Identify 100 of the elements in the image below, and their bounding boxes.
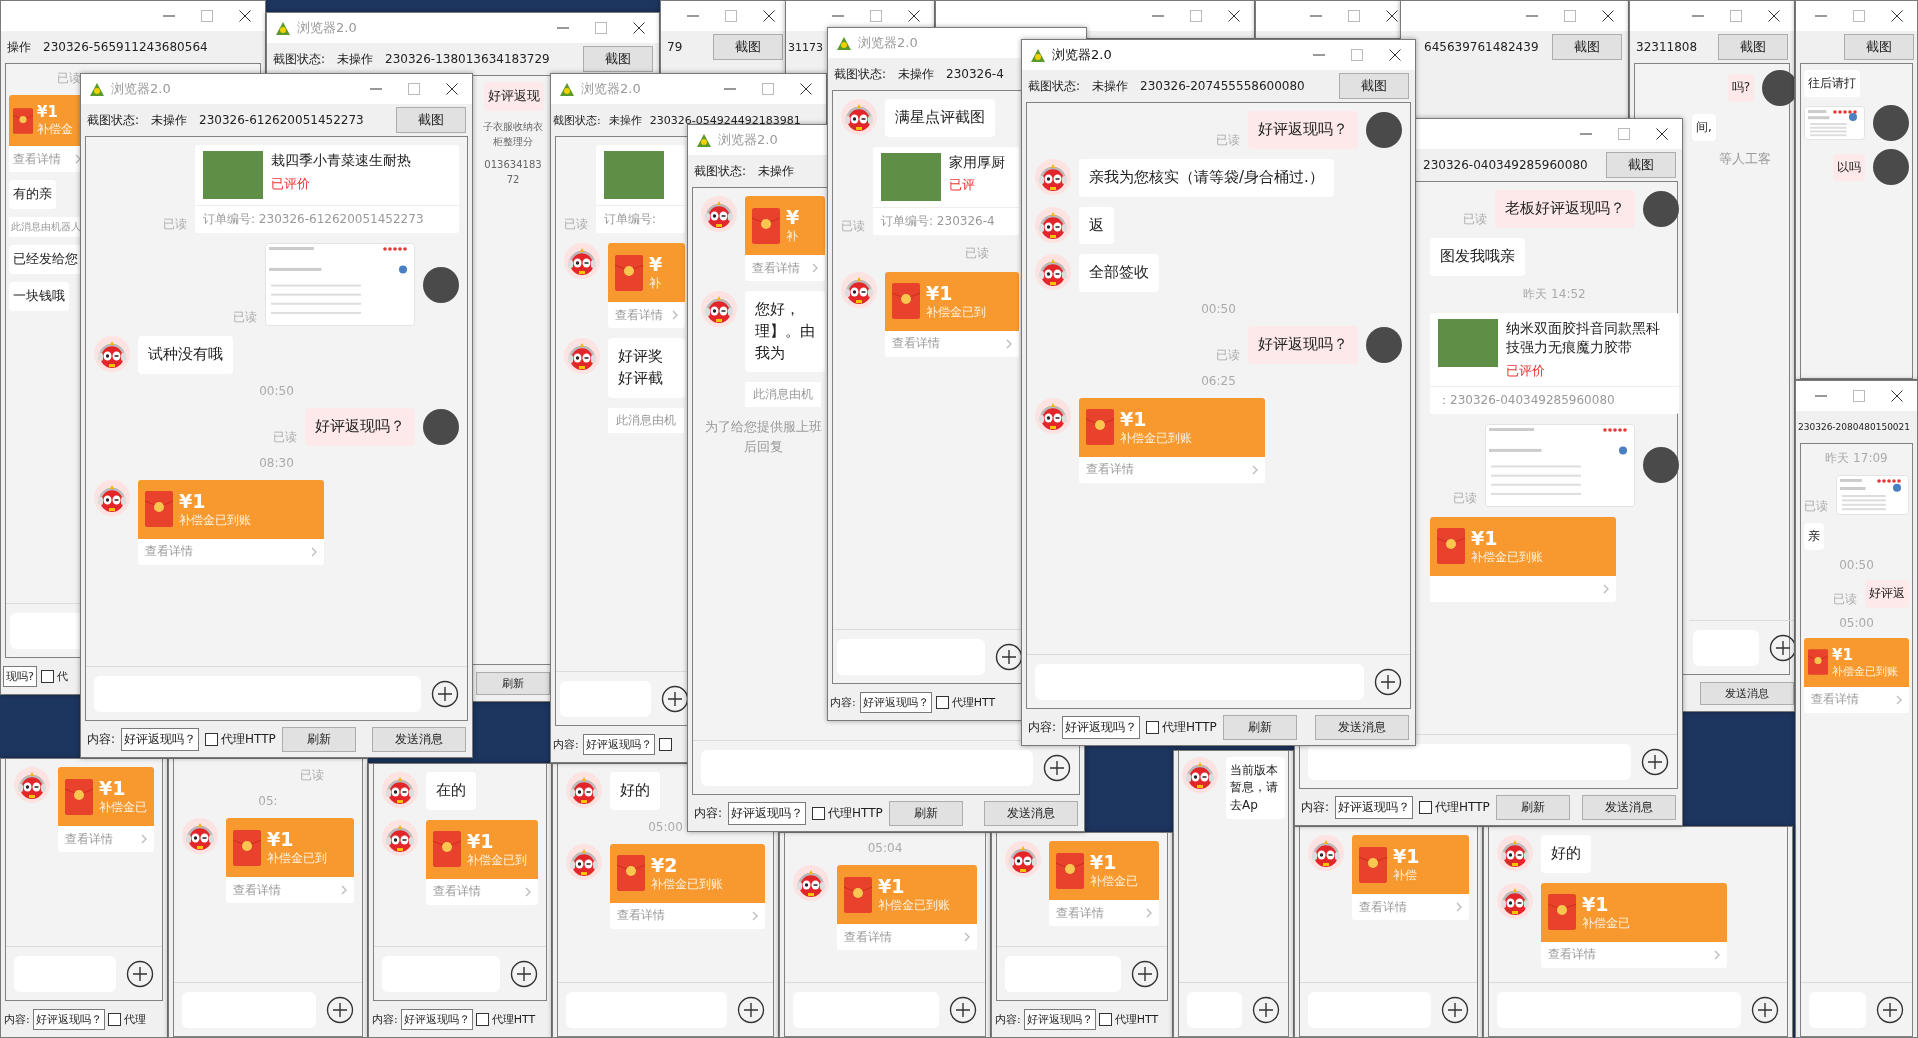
maximize-icon[interactable] xyxy=(201,10,213,22)
content-field[interactable]: 好评返现吗？ xyxy=(1062,715,1141,739)
close-icon[interactable] xyxy=(1228,10,1240,22)
add-icon[interactable] xyxy=(737,995,765,1024)
session-id: 32311808 xyxy=(1636,40,1698,54)
refresh-button[interactable]: 刷新 xyxy=(281,726,356,752)
close-icon[interactable] xyxy=(1386,10,1398,22)
proxy-checkbox[interactable]: 代 xyxy=(40,668,68,684)
close-icon[interactable] xyxy=(908,10,920,22)
content-field[interactable]: 好评返现吗？ xyxy=(1023,1008,1096,1030)
close-icon[interactable] xyxy=(800,83,812,95)
content-field[interactable]: 好评返现吗？ xyxy=(1335,795,1414,819)
content-field[interactable]: 好评返现吗？ xyxy=(32,1008,105,1030)
screenshot-button[interactable]: 截图 xyxy=(1844,34,1914,60)
maximize-icon[interactable] xyxy=(1853,390,1865,402)
add-icon[interactable] xyxy=(510,959,538,988)
content-field[interactable]: 好评返现吗？ xyxy=(121,727,200,751)
product-photo xyxy=(604,151,664,199)
message-input[interactable] xyxy=(1308,743,1631,780)
maximize-icon[interactable] xyxy=(408,83,420,95)
close-icon[interactable] xyxy=(1389,49,1401,61)
close-icon[interactable] xyxy=(1891,10,1903,22)
maximize-icon[interactable] xyxy=(1853,10,1865,22)
add-icon[interactable] xyxy=(1751,995,1779,1024)
add-icon[interactable] xyxy=(661,684,689,713)
send-button[interactable]: 发送消息 xyxy=(1700,681,1794,705)
add-icon[interactable] xyxy=(1641,747,1669,776)
maximize-icon[interactable] xyxy=(725,10,737,22)
send-button[interactable]: 发送消息 xyxy=(1315,714,1409,740)
proxy-checkbox[interactable]: 代理HTTP xyxy=(205,730,276,748)
envelope-icon xyxy=(615,254,643,291)
maximize-icon[interactable] xyxy=(1564,10,1576,22)
screenshot-button[interactable]: 截图 xyxy=(1552,34,1622,60)
proxy-checkbox[interactable]: 代理 xyxy=(107,1011,146,1027)
message-bubble: 好评返现吗？ xyxy=(1248,111,1358,149)
refresh-button[interactable]: 刷新 xyxy=(1222,714,1297,740)
add-icon[interactable] xyxy=(1374,667,1402,696)
maximize-icon[interactable] xyxy=(1730,10,1742,22)
send-button[interactable]: 发送消息 xyxy=(372,726,466,752)
chevron-icon xyxy=(1146,908,1152,918)
refresh-button[interactable]: 刷新 xyxy=(888,800,963,826)
session-id: 230326-565911243680564 xyxy=(43,40,208,54)
close-icon[interactable] xyxy=(239,10,251,22)
read-status: 已读 xyxy=(1216,346,1240,364)
close-icon[interactable] xyxy=(1768,10,1780,22)
maximize-icon[interactable] xyxy=(1618,128,1630,140)
proxy-checkbox[interactable]: 代理HTTP xyxy=(1419,798,1490,816)
close-icon[interactable] xyxy=(446,83,458,95)
refresh-button[interactable]: 刷新 xyxy=(1495,794,1570,820)
read-status: 已读 xyxy=(1216,131,1240,149)
packet-label: 补偿金已到 xyxy=(926,303,986,321)
proxy-checkbox[interactable]: 代理HTTP xyxy=(812,804,883,822)
maximize-icon[interactable] xyxy=(870,10,882,22)
screenshot-button[interactable]: 截图 xyxy=(713,34,783,60)
message-bubble: 一块钱哦 xyxy=(9,281,69,311)
screenshot-button[interactable]: 截图 xyxy=(583,46,653,72)
screenshot-button[interactable]: 截图 xyxy=(396,107,466,133)
send-button[interactable]: 发送消息 xyxy=(984,800,1078,826)
add-icon[interactable] xyxy=(126,959,154,988)
proxy-checkbox[interactable]: 代理HTT xyxy=(935,694,996,710)
add-icon[interactable] xyxy=(326,995,354,1024)
close-icon[interactable] xyxy=(633,22,645,34)
add-icon[interactable] xyxy=(431,679,459,708)
proxy-checkbox[interactable]: 代理HTT xyxy=(1098,1011,1159,1027)
add-icon[interactable] xyxy=(1769,633,1794,662)
chevron-icon xyxy=(964,932,970,942)
add-icon[interactable] xyxy=(1876,995,1904,1024)
content-field[interactable]: 好评返现吗？ xyxy=(400,1008,473,1030)
screenshot-button[interactable]: 截图 xyxy=(1339,73,1409,99)
send-button[interactable]: 发送消息 xyxy=(1582,794,1676,820)
add-icon[interactable] xyxy=(949,995,977,1024)
close-icon[interactable] xyxy=(763,10,775,22)
content-field[interactable]: 好评返现吗？ xyxy=(859,691,932,713)
proxy-checkbox[interactable]: 代理HTTP xyxy=(1146,718,1217,736)
maximize-icon[interactable] xyxy=(1351,49,1363,61)
proxy-checkbox[interactable]: 代理HTT xyxy=(475,1011,536,1027)
screenshot-button[interactable]: 截图 xyxy=(1606,152,1676,178)
add-icon[interactable] xyxy=(1131,959,1159,988)
maximize-icon[interactable] xyxy=(1190,10,1202,22)
maximize-icon[interactable] xyxy=(762,83,774,95)
add-icon[interactable] xyxy=(1043,753,1071,782)
session-id: 79 xyxy=(667,40,683,54)
message-input[interactable] xyxy=(701,749,1033,786)
close-icon[interactable] xyxy=(1891,390,1903,402)
content-field[interactable]: 现吗? xyxy=(3,665,37,687)
maximize-icon[interactable] xyxy=(595,22,607,34)
close-icon[interactable] xyxy=(1656,128,1668,140)
envelope-icon xyxy=(1808,649,1828,676)
add-icon[interactable] xyxy=(1441,995,1469,1024)
proxy-checkbox[interactable] xyxy=(658,737,672,751)
add-icon[interactable] xyxy=(1252,995,1280,1024)
close-icon[interactable] xyxy=(1602,10,1614,22)
session-id: 230326-054924492183981 xyxy=(649,113,801,127)
content-label: 内容: xyxy=(1301,798,1330,816)
refresh-button[interactable]: 刷新 xyxy=(476,671,550,695)
screenshot-button[interactable]: 截图 xyxy=(1718,34,1788,60)
content-field[interactable]: 好评返现吗？ xyxy=(582,733,655,755)
content-field[interactable]: 好评返现吗？ xyxy=(728,801,807,825)
maximize-icon[interactable] xyxy=(1348,10,1360,22)
add-icon[interactable] xyxy=(995,642,1023,671)
